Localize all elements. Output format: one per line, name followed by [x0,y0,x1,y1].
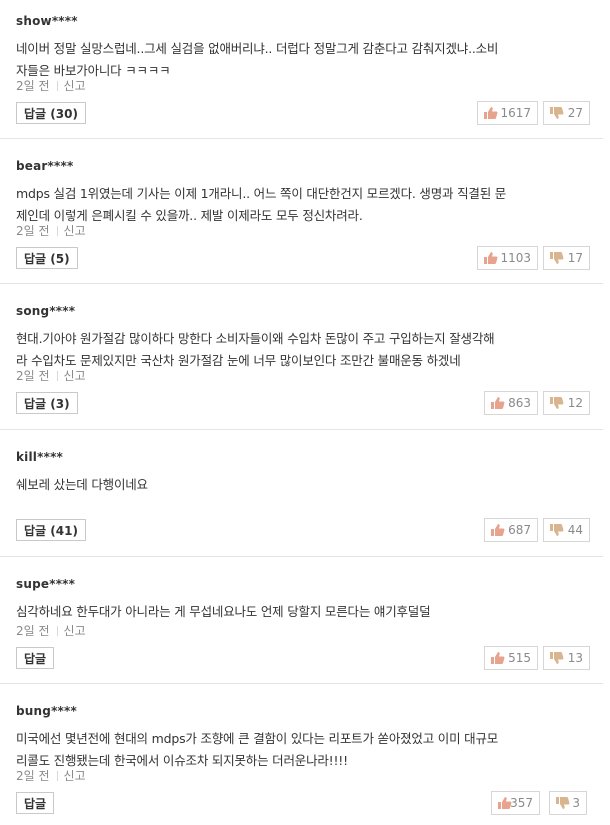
report-link[interactable]: 신고 [64,624,86,638]
thumbs-down-icon [550,107,564,119]
dislike-count: 17 [567,251,583,265]
dislike-button[interactable]: 17 [543,246,590,270]
comment-text-line: 리콜도 진행됐는데 한국에서 이슈조차 되지못하는 더러운나라!!!! [16,753,348,768]
comment-text-line: 쉐보레 샀는데 다행이네요 [16,477,148,492]
reply-button[interactable]: 답글 [16,792,55,814]
dislike-button[interactable]: 3 [549,791,587,815]
comment-text: 현대.기아야 원가절감 많이하다 망한다 소비자들이왜 수입차 돈많이 주고 구… [16,328,576,372]
comment-author[interactable]: show**** [16,14,78,28]
thumbs-down-icon [550,652,564,664]
thumbs-down-icon [550,252,564,264]
thumbs-down-icon [550,524,564,536]
reply-button[interactable]: 답글 (5) [16,247,78,269]
like-button[interactable]: 1617 [477,101,538,125]
thumbs-up-icon [491,652,505,664]
dislike-count: 3 [572,796,580,810]
like-count: 357 [510,796,533,810]
comment-text-line: 현대.기아야 원가절감 많이하다 망한다 소비자들이왜 수입차 돈많이 주고 구… [16,331,495,346]
comment-item: bear**** mdps 실검 1위였는데 기사는 이제 1개라니.. 어느 … [0,159,603,284]
comment-text-line: 네이버 정말 실망스럽네..그세 실검을 없애버리냐.. 더럽다 정말그게 감춘… [16,41,499,56]
like-count: 515 [508,651,531,665]
dislike-count: 13 [567,651,583,665]
comment-time: 2일 전 [16,224,50,238]
like-count: 863 [508,396,531,410]
comment-author[interactable]: kill**** [16,450,63,464]
comment-text: 쉐보레 샀는데 다행이네요 [16,474,576,496]
comment-author[interactable]: song**** [16,304,75,318]
report-link[interactable]: 신고 [64,369,86,383]
comment-time: 2일 전 [16,624,50,638]
dislike-count: 12 [567,396,583,410]
comment-text-line: 미국에선 몇년전에 현대의 mdps가 조향에 큰 결함이 있다는 리포트가 쏟… [16,731,499,746]
comment-author[interactable]: supe**** [16,577,75,591]
thumbs-down-icon [550,397,564,409]
thumbs-down-icon [556,797,570,809]
comment-item: song**** 현대.기아야 원가절감 많이하다 망한다 소비자들이왜 수입차… [0,304,603,430]
meta-divider [56,371,58,381]
report-link[interactable]: 신고 [64,224,86,238]
dislike-button[interactable]: 12 [543,391,590,415]
comment-item: show**** 네이버 정말 실망스럽네..그세 실검을 없애버리냐.. 더럽… [0,14,603,139]
comment-text-line: 자들은 바보가아니다 ㅋㅋㅋㅋ [16,63,171,78]
comment-time: 2일 전 [16,769,50,783]
meta-divider [56,626,58,636]
reply-button[interactable]: 답글 (30) [16,102,86,124]
comment-time: 2일 전 [16,79,50,93]
dislike-button[interactable]: 13 [543,646,590,670]
comment-text-line: 제인데 이렇게 은폐시킬 수 있을까.. 제발 이제라도 모두 정신차려라. [16,208,363,223]
comment-text-line: 심각하네요 한두대가 아니라는 게 무섭네요나도 언제 당할지 모른다는 얘기후… [16,604,431,619]
comment-item: supe**** 심각하네요 한두대가 아니라는 게 무섭네요나도 언제 당할지… [0,577,603,684]
like-button[interactable]: 1103 [477,246,538,270]
reply-button[interactable]: 답글 [16,647,55,669]
comment-text: mdps 실검 1위였는데 기사는 이제 1개라니.. 어느 쪽이 대단한건지 … [16,183,576,227]
meta-divider [56,81,58,91]
thumbs-up-icon [484,252,498,264]
thumbs-up-icon [498,797,512,809]
comment-meta: 2일 전 신고 [16,77,86,94]
like-button[interactable]: 515 [484,646,538,670]
comment-text: 미국에선 몇년전에 현대의 mdps가 조향에 큰 결함이 있다는 리포트가 쏟… [16,728,576,772]
comment-text-line: 라 수입차도 문제있지만 국산차 원가절감 눈에 너무 많이보인다 조만간 불매… [16,353,461,368]
like-count: 1103 [500,251,531,265]
comment-meta: 2일 전 신고 [16,367,86,384]
comment-text: 심각하네요 한두대가 아니라는 게 무섭네요나도 언제 당할지 모른다는 얘기후… [16,601,576,623]
comment-time: 2일 전 [16,369,50,383]
reply-button[interactable]: 답글 (41) [16,519,86,541]
comment-meta: 2일 전 신고 [16,767,86,784]
like-button[interactable]: 863 [484,391,538,415]
report-link[interactable]: 신고 [64,79,86,93]
thumbs-up-icon [491,524,505,536]
like-button[interactable]: 687 [484,518,538,542]
meta-divider [56,771,58,781]
comment-text-line: mdps 실검 1위였는데 기사는 이제 1개라니.. 어느 쪽이 대단한건지 … [16,186,507,201]
comment-meta: 2일 전 신고 [16,222,86,239]
report-link[interactable]: 신고 [64,769,86,783]
like-count: 687 [508,523,531,537]
thumbs-up-icon [484,107,498,119]
dislike-count: 27 [567,106,583,120]
like-button[interactable]: 357 [491,791,540,815]
meta-divider [56,226,58,236]
dislike-button[interactable]: 27 [543,101,590,125]
dislike-count: 44 [567,523,583,537]
comment-author[interactable]: bear**** [16,159,73,173]
reply-button[interactable]: 답글 (3) [16,392,78,414]
like-count: 1617 [500,106,531,120]
thumbs-up-icon [491,397,505,409]
comment-text: 네이버 정말 실망스럽네..그세 실검을 없애버리냐.. 더럽다 정말그게 감춘… [16,38,576,82]
comment-meta: 2일 전 신고 [16,622,86,639]
comment-item: bung**** 미국에선 몇년전에 현대의 mdps가 조향에 큰 결함이 있… [0,704,603,825]
dislike-button[interactable]: 44 [543,518,590,542]
comment-author[interactable]: bung**** [16,704,77,718]
comment-item: kill**** 쉐보레 샀는데 다행이네요 답글 (41) 687 44 [0,450,603,557]
